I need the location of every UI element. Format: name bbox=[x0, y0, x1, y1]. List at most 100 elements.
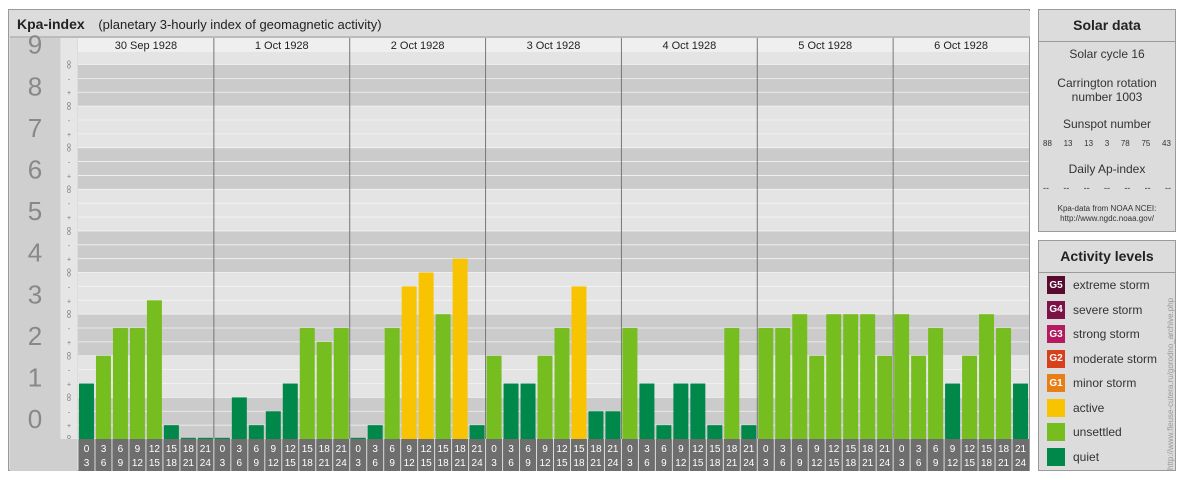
day-label: 1 Oct 1928 bbox=[255, 40, 309, 52]
hour-start-label: 6 bbox=[254, 444, 260, 455]
hour-end-label: 3 bbox=[84, 458, 90, 469]
hour-start-label: 15 bbox=[166, 444, 178, 455]
hour-end-label: 21 bbox=[862, 458, 874, 469]
minor-tick-label: o bbox=[67, 184, 71, 191]
kpa-bar bbox=[452, 258, 468, 439]
hour-start-label: 3 bbox=[101, 444, 107, 455]
chart-title: Kpa-index bbox=[17, 16, 85, 32]
hour-start-label: 12 bbox=[964, 444, 976, 455]
kpa-bar bbox=[146, 300, 162, 439]
kpa-chart: 0123456789o+-oo+-oo+-oo+-oo+-oo+-oo+-oo+… bbox=[10, 11, 1030, 471]
y-tick-label: 8 bbox=[28, 71, 42, 101]
hour-start-label: 15 bbox=[981, 444, 993, 455]
hour-end-label: 18 bbox=[166, 458, 178, 469]
hour-start-label: 9 bbox=[542, 444, 548, 455]
legend-label: active bbox=[1073, 400, 1105, 415]
day-label: 5 Oct 1928 bbox=[798, 40, 852, 52]
hour-start-label: 21 bbox=[472, 444, 484, 455]
kpa-bar bbox=[724, 328, 740, 439]
hour-start-label: 0 bbox=[627, 444, 633, 455]
minor-tick-label: o bbox=[67, 59, 71, 66]
hour-end-label: 18 bbox=[709, 458, 721, 469]
hour-start-label: 9 bbox=[271, 444, 277, 455]
hour-start-label: 15 bbox=[845, 444, 857, 455]
data-credit-link[interactable]: http://www.ngdc.noaa.gov/ bbox=[1039, 214, 1175, 224]
hour-end-label: 12 bbox=[539, 458, 551, 469]
kpa-bar bbox=[809, 355, 825, 439]
hour-start-label: 15 bbox=[302, 444, 314, 455]
legend-label: strong storm bbox=[1073, 327, 1140, 341]
hour-end-label: 24 bbox=[1015, 458, 1027, 469]
legend-swatch: G2 bbox=[1047, 349, 1065, 368]
chart-header: Kpa-index (planetary 3-hourly index of g… bbox=[17, 16, 382, 32]
hour-start-label: 3 bbox=[644, 444, 650, 455]
hour-end-label: 24 bbox=[200, 458, 212, 469]
kpa-bar bbox=[129, 328, 145, 439]
y-tick-label: 9 bbox=[28, 30, 42, 60]
minor-tick-label: + bbox=[67, 423, 71, 430]
minor-tick-column bbox=[61, 38, 77, 439]
legend-item-active: active bbox=[1047, 398, 1104, 418]
legend-label: unsettled bbox=[1073, 425, 1122, 439]
kpa-bar bbox=[79, 383, 94, 439]
kpa-bar bbox=[231, 397, 247, 439]
hour-start-label: 21 bbox=[607, 444, 619, 455]
legend-item-moderate-storm: G2 moderate storm bbox=[1047, 349, 1157, 369]
divider bbox=[1039, 272, 1175, 273]
kpa-bar bbox=[435, 314, 451, 439]
kpa-bar bbox=[911, 355, 927, 439]
legend-label: moderate storm bbox=[1073, 351, 1158, 366]
kpa-bar bbox=[758, 328, 774, 439]
hour-end-label: 3 bbox=[491, 458, 497, 469]
hour-start-label: 15 bbox=[438, 444, 450, 455]
hour-end-label: 18 bbox=[845, 458, 857, 469]
hour-end-label: 21 bbox=[998, 458, 1010, 469]
day-label: 4 Oct 1928 bbox=[662, 40, 716, 52]
y-tick-label: 6 bbox=[28, 155, 42, 185]
ap-index-values: -- -- -- -- -- -- -- bbox=[1043, 183, 1171, 193]
kpa-bar bbox=[571, 286, 587, 439]
hour-end-label: 15 bbox=[556, 458, 568, 469]
level-band bbox=[78, 272, 1029, 315]
hour-start-label: 12 bbox=[692, 444, 704, 455]
ap-value: -- bbox=[1063, 183, 1070, 193]
sunspot-value: 3 bbox=[1104, 139, 1110, 148]
hour-start-label: 6 bbox=[525, 444, 531, 455]
kpa-bar bbox=[418, 272, 434, 439]
kpa-bar bbox=[95, 355, 111, 439]
hour-end-label: 12 bbox=[404, 458, 416, 469]
hour-end-label: 9 bbox=[797, 458, 803, 469]
hour-end-label: 15 bbox=[285, 458, 297, 469]
hour-start-label: 6 bbox=[661, 444, 667, 455]
kpa-bar bbox=[214, 437, 230, 439]
hour-start-label: 3 bbox=[916, 444, 922, 455]
hour-end-label: 9 bbox=[525, 458, 531, 469]
hour-end-label: 3 bbox=[220, 458, 226, 469]
activity-levels-panel: Activity levels G5 extreme storm G4 severe … bbox=[1038, 240, 1176, 471]
legend-label: extreme storm bbox=[1073, 278, 1150, 292]
hour-end-label: 12 bbox=[132, 458, 144, 469]
divider bbox=[1039, 41, 1175, 42]
minor-tick-label: o bbox=[67, 392, 71, 399]
kpa-bar bbox=[673, 383, 689, 439]
kpa-bar bbox=[690, 383, 706, 439]
hour-start-label: 18 bbox=[726, 444, 738, 455]
source-watermark: http://www.fleuse-cutera.ru/gorodno_arch… bbox=[1166, 297, 1175, 470]
data-credit-line1: Kpa-data from NOAA NCEI: bbox=[1057, 204, 1157, 213]
day-label: 30 Sep 1928 bbox=[115, 40, 177, 52]
sunspot-label: Sunspot number bbox=[1062, 117, 1152, 131]
minor-tick-label: + bbox=[67, 257, 71, 264]
hour-end-label: 12 bbox=[675, 458, 687, 469]
kpa-bar bbox=[299, 328, 315, 439]
hour-end-label: 12 bbox=[811, 458, 823, 469]
hour-end-label: 21 bbox=[183, 458, 195, 469]
day-label: 6 Oct 1928 bbox=[934, 40, 988, 52]
kpa-bar bbox=[316, 341, 332, 439]
kpa-bar bbox=[265, 411, 281, 439]
hour-end-label: 6 bbox=[508, 458, 514, 469]
kpa-bar bbox=[928, 328, 944, 439]
kpa-bar bbox=[996, 328, 1012, 439]
y-tick-label: 3 bbox=[28, 279, 42, 309]
legend-swatch: G3 bbox=[1047, 325, 1065, 343]
kpa-bar bbox=[537, 355, 553, 439]
